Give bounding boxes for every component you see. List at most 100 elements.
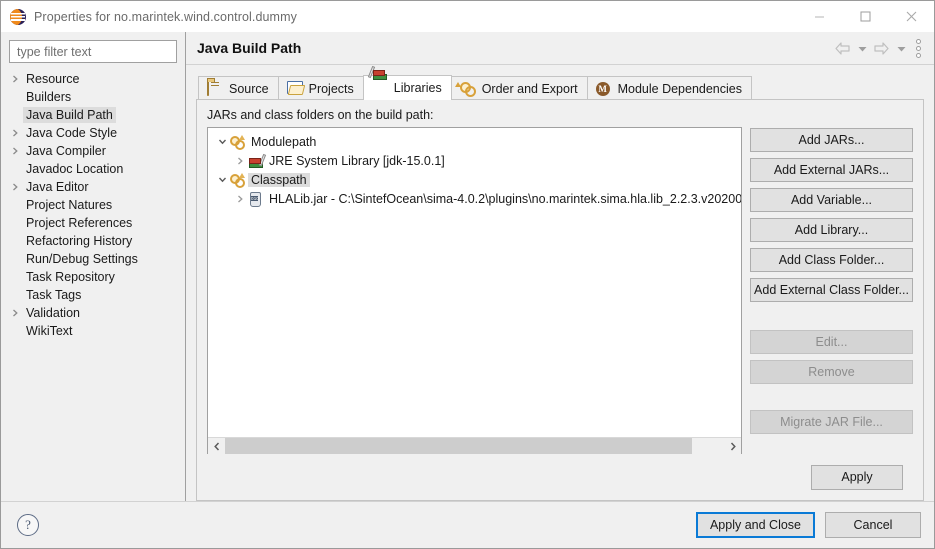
- build-path-tree[interactable]: Modulepath JRE System Library [jdk-15.0.…: [207, 127, 742, 455]
- minimize-button[interactable]: [796, 1, 842, 32]
- spacer: [750, 308, 913, 324]
- sidebar-item-resource[interactable]: Resource: [1, 70, 185, 88]
- sidebar-item-task-repository[interactable]: Task Repository: [1, 268, 185, 286]
- tab-libraries[interactable]: Libraries: [363, 75, 452, 100]
- path-icon: [230, 134, 248, 150]
- add-variable-button[interactable]: Add Variable...: [750, 188, 913, 212]
- scrollbar-track[interactable]: [225, 438, 724, 454]
- sidebar-item-refactoring-history[interactable]: Refactoring History: [1, 232, 185, 250]
- chevron-right-icon[interactable]: [724, 438, 741, 454]
- properties-dialog: Properties for no.marintek.wind.control.…: [0, 0, 935, 549]
- scrollbar-thumb[interactable]: [225, 438, 692, 454]
- no-chevron: [7, 269, 23, 285]
- no-chevron: [7, 287, 23, 303]
- close-button[interactable]: [888, 1, 934, 32]
- tab-label: Libraries: [394, 81, 442, 95]
- dialog-body: Resource Builders Java Build Path Java C…: [1, 32, 934, 501]
- back-menu-chevron-down-icon[interactable]: [855, 39, 869, 59]
- view-menu-icon[interactable]: [911, 38, 925, 60]
- jar-icon: 010: [248, 191, 266, 207]
- horizontal-scrollbar[interactable]: [208, 437, 741, 454]
- chevron-right-icon: [7, 305, 23, 321]
- dot: [916, 39, 921, 44]
- tab-label: Projects: [309, 82, 354, 96]
- apply-button[interactable]: Apply: [811, 465, 903, 490]
- sidebar-tree: Resource Builders Java Build Path Java C…: [1, 70, 185, 501]
- apply-row: Apply: [207, 454, 913, 500]
- add-external-jars-button[interactable]: Add External JARs...: [750, 158, 913, 182]
- remove-button[interactable]: Remove: [750, 360, 913, 384]
- add-library-button[interactable]: Add Library...: [750, 218, 913, 242]
- migrate-jar-file-button[interactable]: Migrate JAR File...: [750, 410, 913, 434]
- path-icon: [230, 172, 248, 188]
- tab-projects[interactable]: Projects: [278, 76, 364, 100]
- help-icon[interactable]: ?: [17, 514, 39, 536]
- apply-and-close-button[interactable]: Apply and Close: [696, 512, 815, 538]
- no-chevron: [7, 323, 23, 339]
- chevron-right-icon[interactable]: [232, 191, 248, 207]
- chevron-left-icon[interactable]: [208, 438, 225, 454]
- maximize-button[interactable]: [842, 1, 888, 32]
- sidebar-item-project-references[interactable]: Project References: [1, 214, 185, 232]
- chevron-right-icon[interactable]: [232, 153, 248, 169]
- sidebar-item-label: Java Build Path: [23, 107, 116, 123]
- build-path-actions: Add JARs... Add External JARs... Add Var…: [750, 127, 913, 454]
- sidebar-item-javadoc-location[interactable]: Javadoc Location: [1, 160, 185, 178]
- sidebar-item-label: Resource: [23, 71, 83, 87]
- tree-row[interactable]: Classpath: [208, 170, 741, 189]
- filter-box[interactable]: [9, 40, 177, 63]
- window-controls: [796, 1, 934, 32]
- window-title: Properties for no.marintek.wind.control.…: [34, 10, 297, 24]
- sidebar-item-java-compiler[interactable]: Java Compiler: [1, 142, 185, 160]
- edit-button[interactable]: Edit...: [750, 330, 913, 354]
- tab-module-dependencies[interactable]: M Module Dependencies: [587, 76, 752, 100]
- add-class-folder-button[interactable]: Add Class Folder...: [750, 248, 913, 272]
- build-path-label: JARs and class folders on the build path…: [207, 108, 913, 122]
- sidebar-item-run-debug-settings[interactable]: Run/Debug Settings: [1, 250, 185, 268]
- sidebar-item-task-tags[interactable]: Task Tags: [1, 286, 185, 304]
- order-export-icon: [460, 81, 476, 97]
- search-input[interactable]: [17, 45, 169, 59]
- tab-order-and-export[interactable]: Order and Export: [451, 76, 588, 100]
- eclipse-icon: [10, 9, 26, 25]
- sidebar-item-java-code-style[interactable]: Java Code Style: [1, 124, 185, 142]
- title-bar: Properties for no.marintek.wind.control.…: [1, 1, 934, 32]
- tab-source[interactable]: Source: [198, 76, 279, 100]
- cancel-button[interactable]: Cancel: [825, 512, 921, 538]
- forward-arrow-icon[interactable]: [872, 39, 891, 59]
- sidebar-item-label: Project Natures: [23, 197, 115, 213]
- page-title: Java Build Path: [197, 40, 301, 56]
- sidebar-item-builders[interactable]: Builders: [1, 88, 185, 106]
- dot: [916, 46, 921, 51]
- page-header: Java Build Path: [186, 32, 934, 65]
- chevron-down-icon[interactable]: [214, 134, 230, 150]
- sidebar-item-java-build-path[interactable]: Java Build Path: [1, 106, 185, 124]
- sidebar-item-label: Run/Debug Settings: [23, 251, 141, 267]
- libraries-icon: [372, 80, 388, 96]
- tab-label: Module Dependencies: [618, 82, 742, 96]
- forward-menu-chevron-down-icon[interactable]: [894, 39, 908, 59]
- chevron-right-icon: [7, 125, 23, 141]
- libraries-icon: [248, 153, 266, 169]
- sidebar-item-wikitext[interactable]: WikiText: [1, 322, 185, 340]
- chevron-down-icon[interactable]: [214, 172, 230, 188]
- sidebar-item-project-natures[interactable]: Project Natures: [1, 196, 185, 214]
- tab-label: Order and Export: [482, 82, 578, 96]
- tree-row[interactable]: Modulepath: [208, 132, 741, 151]
- sidebar-item-label: Validation: [23, 305, 83, 321]
- sidebar-item-validation[interactable]: Validation: [1, 304, 185, 322]
- no-chevron: [7, 89, 23, 105]
- module-icon: M: [596, 81, 612, 97]
- add-jars-button[interactable]: Add JARs...: [750, 128, 913, 152]
- tree-row[interactable]: JRE System Library [jdk-15.0.1]: [208, 151, 741, 170]
- sidebar-item-label: Project References: [23, 215, 135, 231]
- tree-row-label: Modulepath: [248, 135, 319, 149]
- tree-row-label: HLALib.jar - C:\SintefOcean\sima-4.0.2\p…: [266, 192, 741, 206]
- sidebar-item-java-editor[interactable]: Java Editor: [1, 178, 185, 196]
- page-nav-tools: [833, 32, 925, 65]
- settings-page: Java Build Path: [186, 32, 934, 501]
- back-arrow-icon[interactable]: [833, 39, 852, 59]
- chevron-right-icon: [7, 179, 23, 195]
- add-external-class-folder-button[interactable]: Add External Class Folder...: [750, 278, 913, 302]
- tree-row[interactable]: 010 HLALib.jar - C:\SintefOcean\sima-4.0…: [208, 189, 741, 208]
